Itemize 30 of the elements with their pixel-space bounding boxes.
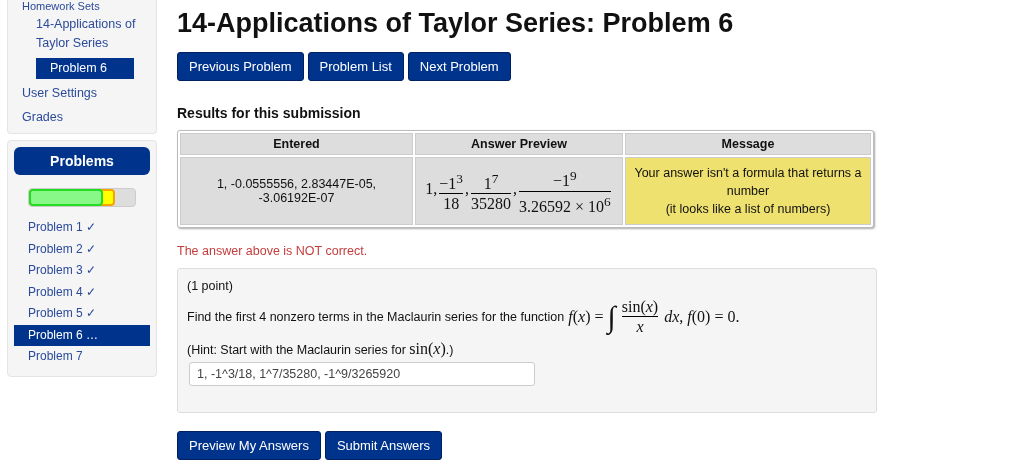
points-label: (1 point) (187, 279, 234, 293)
sidebar-heading[interactable]: Homework Sets (8, 0, 156, 12)
submit-button[interactable]: Submit Answers (324, 431, 443, 460)
sidebar-link[interactable]: Grades (8, 105, 156, 129)
problem-link[interactable]: Problem 6 (36, 58, 134, 79)
submit-button[interactable]: Preview My Answers (177, 431, 321, 460)
page-title: 14-Applications of Taylor Series: Problem 6 (177, 8, 735, 38)
problem-link[interactable]: Problem 6 … (14, 324, 150, 346)
homework-set-link[interactable]: 14-Applications of Taylor Series (8, 12, 156, 56)
hint-text: (Hint: Start with the Maclaurin series for sin(x).) (187, 340, 455, 358)
answer-field[interactable]: 1, -1^3/18, 1^7/35280, -1^9/3265920 (189, 362, 535, 386)
column-header: Message (625, 133, 871, 155)
column-header: Entered (180, 133, 413, 155)
problem-link[interactable]: Problem 4 ✓ (14, 281, 150, 303)
problem-link[interactable]: Problem 5 ✓ (14, 303, 150, 325)
entered-cell: 1, -0.0555556, 2.83447E-05, -3.06192E-07 (180, 157, 413, 225)
nav-button[interactable]: Problem List (307, 52, 404, 81)
problem-link[interactable]: Problem 1 ✓ (14, 217, 150, 239)
results-heading: Results for this submission (177, 105, 362, 121)
problems-header: Problems (14, 147, 150, 175)
sidebar-link[interactable]: User Settings (8, 81, 156, 105)
problem-link[interactable]: Problem 7 (14, 346, 150, 368)
answer-preview-cell: 1,−1$^{3}$ 18 , 1$^{7}$ 35280 , −1$^{9}$ 3.26592 × 10$^{6}$ (415, 157, 623, 225)
nav-button[interactable]: Previous Problem (177, 52, 304, 81)
problem-link[interactable]: Problem 2 ✓ (14, 238, 150, 260)
problem-link[interactable]: Problem 3 ✓ (14, 260, 150, 282)
message-cell: Your answer isn't a formula that returns a number (it looks like a list of numbers) (625, 157, 871, 225)
nav-button[interactable]: Next Problem (407, 52, 511, 81)
incorrect-message: The answer above is NOT correct. (177, 244, 369, 258)
column-header: Answer Preview (415, 133, 623, 155)
